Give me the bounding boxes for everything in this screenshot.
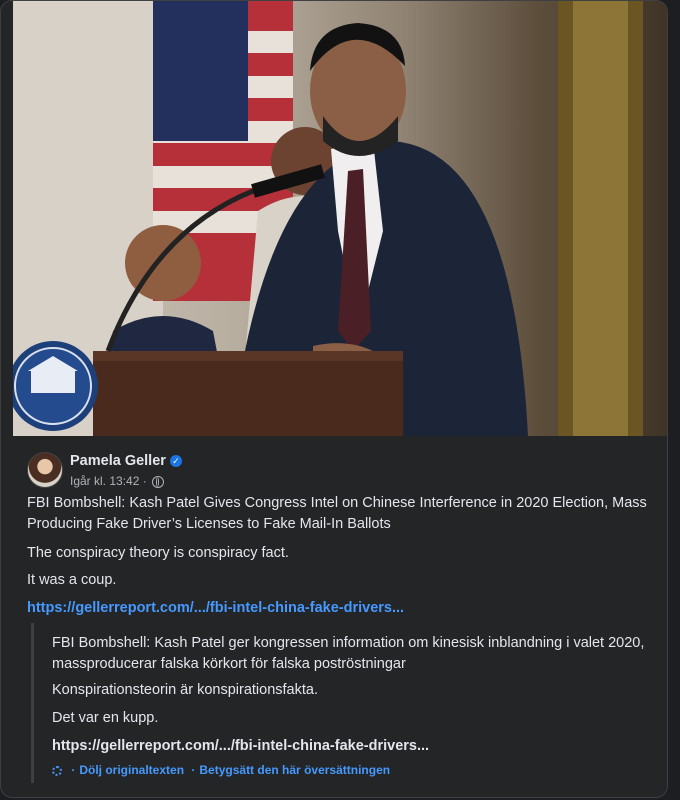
- hide-original-button[interactable]: Dölj originaltexten: [79, 763, 184, 777]
- tools-separator: ·: [71, 763, 76, 777]
- post-time[interactable]: Igår kl. 13:42: [70, 474, 139, 488]
- translation-link[interactable]: https://gellerreport.com/.../fbi-intel-c…: [52, 736, 652, 757]
- author-name[interactable]: Pamela Geller: [70, 453, 166, 469]
- author-line: Pamela Geller ✓: [70, 452, 182, 470]
- post-body: Pamela Geller ✓ Igår kl. 13:42 · FBI Bomb…: [13, 436, 667, 797]
- translation-title: FBI Bombshell: Kash Patel ger kongressen…: [52, 635, 645, 672]
- translation-line-2: Konspirationsteorin är konspirationsfakt…: [52, 682, 318, 698]
- post-text-line-2: The conspiracy theory is conspiracy fact…: [27, 545, 289, 561]
- tools-separator: ·: [191, 763, 196, 777]
- author-avatar[interactable]: [27, 452, 63, 488]
- rate-translation-button[interactable]: Betygsätt den här översättningen: [199, 763, 390, 777]
- post-card: Pamela Geller ✓ Igår kl. 13:42 · FBI Bomb…: [0, 0, 668, 798]
- post-text-line-3: It was a coup.: [27, 572, 117, 588]
- post-photo[interactable]: [13, 1, 667, 436]
- translation-tools: · Dölj originaltexten · Betygsätt den här …: [52, 763, 390, 777]
- speaker-photo-illustration: [13, 1, 643, 436]
- translation-line-3: Det var en kupp.: [52, 710, 159, 726]
- post-meta: Igår kl. 13:42 ·: [70, 474, 165, 488]
- meta-separator: ·: [142, 474, 147, 488]
- gear-icon: [52, 765, 62, 776]
- post-link[interactable]: https://gellerreport.com/.../fbi-intel-c…: [27, 598, 647, 619]
- translation-block: FBI Bombshell: Kash Patel ger kongressen…: [31, 623, 654, 783]
- post-text-title: FBI Bombshell: Kash Patel Gives Congress…: [27, 495, 647, 532]
- globe-icon: [152, 475, 165, 488]
- verified-badge-icon: ✓: [169, 454, 182, 467]
